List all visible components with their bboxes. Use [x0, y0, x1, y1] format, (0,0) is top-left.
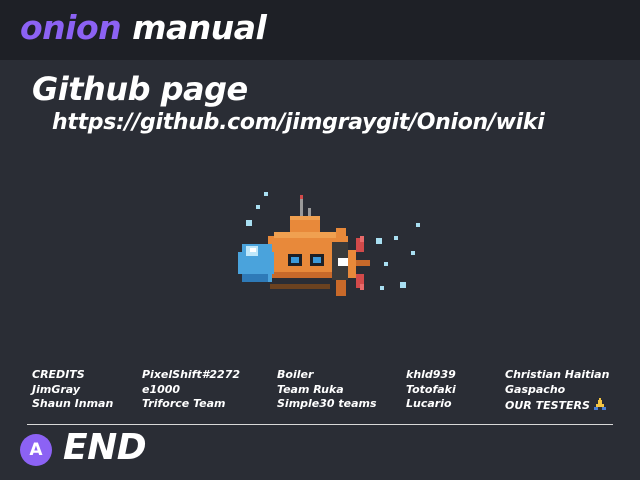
credits-section: CREDITS JimGray Shaun Inman PixelShift#2…: [0, 368, 640, 414]
credit-name: JimGray: [32, 382, 81, 396]
credit-name: Boiler: [277, 368, 314, 381]
brand-manual: manual: [132, 8, 267, 47]
credits-column: CREDITS JimGray Shaun Inman: [32, 368, 113, 412]
brand-onion: onion: [20, 8, 122, 47]
credit-name: PixelShift#2272: [142, 368, 240, 381]
credit-name: Christian Haitian: [505, 368, 610, 381]
credit-name: OUR TESTERS: [505, 399, 590, 412]
footer-divider: [27, 424, 613, 425]
credit-name: Team Ruka: [277, 382, 344, 396]
credits-column: khld939 Totofaki Lucario: [406, 368, 456, 412]
app-title: onion manual: [20, 8, 267, 47]
credit-name: CREDITS: [32, 368, 85, 381]
github-url: https://github.com/jimgraygit/Onion/wiki: [52, 110, 545, 135]
credit-name: e1000: [142, 382, 181, 396]
header-bar: onion manual: [0, 0, 640, 60]
credits-column: Christian Haitian Gaspacho OUR TESTERS: [505, 368, 609, 412]
credit-name: Triforce Team: [142, 397, 226, 410]
credit-name: Simple30 teams: [277, 397, 377, 410]
praying-hands-icon: [593, 398, 606, 410]
credit-name: Shaun Inman: [32, 397, 114, 410]
credit-row-testers: OUR TESTERS: [505, 397, 609, 412]
submarine-icon: [238, 192, 420, 296]
credit-name: Lucario: [406, 397, 452, 410]
credit-name: khld939: [406, 368, 456, 381]
credits-column: PixelShift#2272 e1000 Triforce Team: [142, 368, 240, 412]
credit-name: Gaspacho: [505, 382, 566, 396]
a-button-icon[interactable]: A: [20, 434, 52, 466]
end-action-label[interactable]: END: [63, 427, 147, 468]
credit-name: Totofaki: [406, 382, 456, 396]
credits-column: Boiler Team Ruka Simple30 teams: [277, 368, 377, 412]
page-title: Github page: [32, 70, 248, 108]
